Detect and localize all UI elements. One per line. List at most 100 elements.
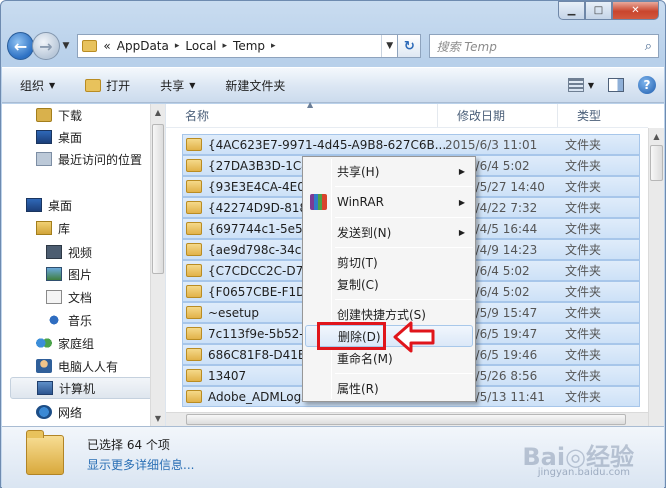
- recent-places-icon: [36, 152, 52, 166]
- menu-item-label: 剪切(T): [337, 255, 378, 270]
- music-icon: [46, 313, 62, 327]
- search-icon[interactable]: ⌕: [645, 39, 652, 54]
- file-date: 2015/6/3 11:01: [445, 137, 538, 152]
- desktop-icon: [36, 130, 52, 144]
- open-label: 打开: [106, 78, 131, 93]
- file-name: 13407: [208, 368, 247, 383]
- back-button[interactable]: ←: [7, 32, 35, 60]
- organize-button[interactable]: 组织 ▼: [20, 77, 55, 94]
- document-icon: [46, 290, 62, 304]
- menu-item-rename[interactable]: 重命名(M): [305, 347, 473, 369]
- download-folder-icon: [36, 108, 52, 122]
- scroll-up-icon[interactable]: ▲: [151, 104, 165, 120]
- winrar-icon: [310, 194, 327, 210]
- menu-item-cut[interactable]: 剪切(T): [305, 251, 473, 273]
- folder-icon: [186, 201, 202, 214]
- show-more-details-link[interactable]: 显示更多详细信息...: [87, 456, 194, 473]
- change-view-icon[interactable]: [567, 78, 584, 92]
- nav-item-label: 视频: [68, 245, 93, 260]
- picture-icon: [46, 267, 62, 281]
- breadcrumb-temp[interactable]: Temp: [233, 39, 265, 53]
- scroll-down-icon[interactable]: ▼: [151, 410, 165, 426]
- nav-item-computer[interactable]: 计算机: [10, 377, 156, 399]
- file-name: {42274D9D-8180: [208, 200, 315, 215]
- breadcrumb-overflow[interactable]: «: [103, 39, 110, 53]
- folder-icon: [186, 243, 202, 256]
- folder-icon: [186, 285, 202, 298]
- nav-item-label: 网络: [58, 405, 83, 420]
- sort-ascending-icon: ▲: [307, 100, 314, 109]
- close-button[interactable]: ✕: [612, 1, 659, 20]
- file-row[interactable]: {4AC623E7-9971-4d45-A9B8-627C6B... 2015/6…: [182, 134, 640, 155]
- breadcrumb-chevron-icon[interactable]: ▸: [271, 41, 276, 51]
- nav-item-label: 音乐: [68, 313, 93, 328]
- file-name: {C7CDCC2C-D70: [208, 263, 311, 278]
- file-type: 文件夹: [565, 348, 602, 362]
- forward-button[interactable]: →: [32, 32, 60, 60]
- pointing-arrow-icon: [393, 321, 435, 353]
- homegroup-icon: [36, 336, 52, 350]
- file-name: 686C81F8-D41E-: [208, 347, 310, 362]
- library-icon: [36, 221, 52, 235]
- menu-separator: [335, 299, 473, 300]
- address-bar[interactable]: « AppData ▸ Local ▸ Temp ▸ ▼: [77, 34, 399, 58]
- menu-separator: [335, 217, 473, 218]
- menu-item-label: 共享(H): [337, 164, 380, 179]
- new-folder-button[interactable]: 新建文件夹: [225, 77, 285, 94]
- scroll-up-icon[interactable]: ▲: [649, 128, 664, 144]
- horizontal-scrollbar[interactable]: [166, 412, 648, 426]
- share-label: 共享: [160, 78, 185, 93]
- nav-scrollbar[interactable]: ▲ ▼: [150, 104, 165, 426]
- horizontal-scrollbar-thumb[interactable]: [186, 414, 626, 425]
- file-name: 7c113f9e-5b52-4: [208, 326, 312, 341]
- menu-item-label: 发送到(N): [337, 225, 392, 240]
- breadcrumb-chevron-icon[interactable]: ▸: [223, 41, 228, 51]
- menu-item-share[interactable]: 共享(H) ▶: [305, 160, 473, 182]
- scrollbar-thumb[interactable]: [152, 124, 164, 274]
- file-list-scrollbar[interactable]: ▲: [648, 128, 664, 426]
- file-type: 文件夹: [565, 369, 602, 383]
- window-controls: ▁ □ ✕: [558, 1, 659, 20]
- folder-icon: [186, 138, 202, 151]
- file-name: {F0657CBE-F1DD: [208, 284, 315, 299]
- search-placeholder: 搜索 Temp: [436, 39, 497, 54]
- search-input[interactable]: 搜索 Temp ⌕: [429, 34, 659, 58]
- menu-item-winrar[interactable]: WinRAR ▶: [305, 191, 473, 213]
- column-header-date[interactable]: 修改日期: [438, 104, 558, 127]
- open-button[interactable]: 打开: [85, 77, 130, 94]
- preview-pane-icon[interactable]: [608, 78, 624, 92]
- watermark-url: jingyan.baidu.com: [537, 467, 630, 478]
- minimize-button[interactable]: ▁: [558, 1, 585, 20]
- help-icon[interactable]: ?: [638, 76, 656, 94]
- highlight-box: [317, 322, 386, 350]
- folder-icon: [186, 306, 202, 319]
- file-name: ~esetup: [208, 305, 259, 320]
- menu-item-copy[interactable]: 复制(C): [305, 273, 473, 295]
- refresh-button[interactable]: ↻: [398, 34, 422, 58]
- file-type: 文件夹: [565, 243, 602, 257]
- menu-separator: [335, 186, 473, 187]
- video-icon: [46, 245, 62, 259]
- user-icon: [36, 359, 52, 373]
- column-header-name[interactable]: 名称: [166, 104, 438, 127]
- scrollbar-thumb[interactable]: [650, 145, 663, 181]
- file-type: 文件夹: [565, 159, 602, 173]
- column-headers: ▲ 名称 修改日期 类型: [166, 100, 648, 128]
- view-options-dropdown-icon[interactable]: ▼: [588, 81, 594, 90]
- maximize-button[interactable]: □: [585, 1, 612, 20]
- column-header-type[interactable]: 类型: [558, 104, 648, 127]
- recent-pages-dropdown-icon[interactable]: ▼: [63, 41, 70, 51]
- menu-item-label: 属性(R): [337, 381, 379, 396]
- folder-icon: [186, 264, 202, 277]
- menu-item-properties[interactable]: 属性(R): [305, 377, 473, 399]
- address-history-dropdown-icon[interactable]: ▼: [381, 35, 393, 57]
- nav-item-label: 计算机: [59, 381, 96, 396]
- breadcrumb-appdata[interactable]: AppData: [117, 39, 169, 53]
- menu-item-send-to[interactable]: 发送到(N) ▶: [305, 221, 473, 243]
- nav-item-label: 家庭组: [58, 336, 95, 351]
- share-button[interactable]: 共享 ▼: [160, 77, 195, 94]
- nav-item-label: 桌面: [58, 130, 83, 145]
- breadcrumb-chevron-icon[interactable]: ▸: [175, 41, 180, 51]
- breadcrumb-local[interactable]: Local: [185, 39, 216, 53]
- chevron-down-icon: ▼: [49, 80, 56, 90]
